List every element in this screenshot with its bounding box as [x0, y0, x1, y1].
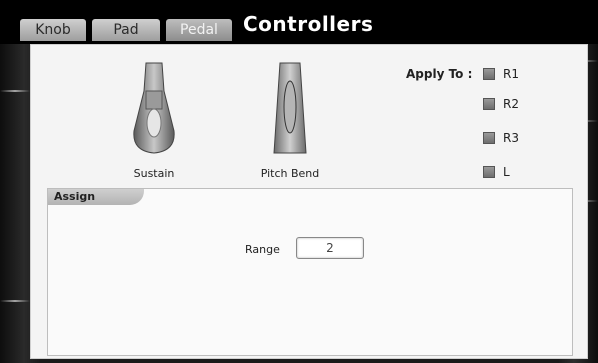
apply-r2-checkbox[interactable] — [483, 98, 495, 110]
apply-r1-label: R1 — [503, 67, 519, 81]
assign-header: Assign — [48, 189, 144, 205]
apply-r1-option[interactable]: R1 — [483, 67, 519, 81]
background-streak — [0, 90, 30, 92]
apply-r2-label: R2 — [503, 97, 519, 111]
apply-to-label: Apply To : — [406, 67, 473, 81]
pitch-bend-label: Pitch Bend — [260, 167, 320, 180]
apply-l-label: L — [503, 165, 510, 179]
apply-l-checkbox[interactable] — [483, 166, 495, 178]
apply-r1-checkbox[interactable] — [483, 68, 495, 80]
apply-l-option[interactable]: L — [483, 165, 510, 179]
sustain-label: Sustain — [133, 167, 175, 180]
assign-section: Assign Range 2 — [47, 188, 573, 356]
pitch-bend-control[interactable]: Pitch Bend — [251, 61, 329, 180]
pitch-bend-pedal-icon — [273, 62, 307, 154]
sustain-pedal-icon — [133, 62, 175, 154]
range-label: Range — [245, 243, 280, 256]
tab-knob[interactable]: Knob — [20, 19, 86, 41]
apply-r2-option[interactable]: R2 — [483, 97, 519, 111]
background-streak — [0, 300, 30, 302]
apply-r3-label: R3 — [503, 131, 519, 145]
page-title: Controllers — [243, 12, 374, 36]
apply-r3-checkbox[interactable] — [483, 132, 495, 144]
tab-pad[interactable]: Pad — [92, 19, 160, 41]
sustain-control[interactable]: Sustain — [119, 61, 189, 180]
apply-r3-option[interactable]: R3 — [483, 131, 519, 145]
controllers-panel: Sustain Pitch Bend Apply To : R1 R2 R3 L… — [30, 44, 588, 359]
tab-bar: Knob Pad Pedal Controllers — [0, 0, 598, 44]
range-input[interactable]: 2 — [296, 237, 364, 259]
tab-pedal[interactable]: Pedal — [166, 19, 232, 41]
